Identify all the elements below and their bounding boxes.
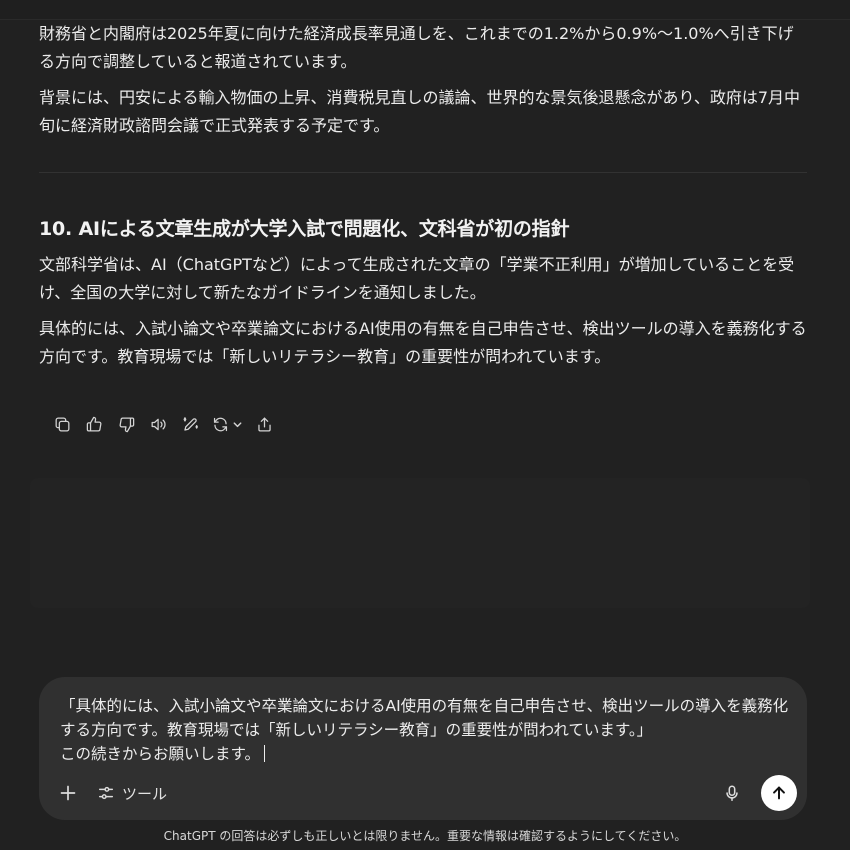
- prompt-text: 「具体的には、入試小論文や卒業論文におけるAI使用の有無を自己申告させ、検出ツー…: [60, 697, 789, 763]
- message-actions: [46, 408, 280, 440]
- dictate-button[interactable]: [717, 777, 747, 809]
- prompt-input[interactable]: 「具体的には、入試小論文や卒業論文におけるAI使用の有無を自己申告させ、検出ツー…: [60, 694, 790, 766]
- top-bar: [0, 0, 850, 20]
- thumbs-down-button[interactable]: [110, 408, 142, 440]
- text-caret: [263, 745, 265, 762]
- send-button[interactable]: [761, 775, 797, 811]
- plus-icon: [60, 785, 76, 801]
- edit-canvas-icon: [183, 416, 198, 431]
- read-aloud-button[interactable]: [142, 408, 174, 440]
- section-heading-ai-exams: 10. AIによる文章生成が大学入試で問題化、文科省が初の指針: [39, 218, 570, 240]
- copy-icon: [55, 417, 69, 431]
- arrow-up-icon: [773, 786, 785, 800]
- thumbs-up-icon: [86, 416, 101, 431]
- chevron-down-icon: [233, 421, 242, 427]
- message-composer[interactable]: 「具体的には、入試小論文や卒業論文におけるAI使用の有無を自己申告させ、検出ツー…: [39, 677, 807, 820]
- share-icon: [257, 417, 271, 431]
- paragraph-growth-forecast: 財務省と内閣府は2025年夏に向けた経済成長率見通しを、これまでの1.2%から0…: [39, 24, 794, 71]
- add-attachment-button[interactable]: [53, 777, 83, 809]
- tools-button[interactable]: ツール: [93, 777, 171, 809]
- share-button[interactable]: [248, 408, 280, 440]
- sliders-icon: [98, 786, 114, 800]
- regenerate-icon: [213, 417, 228, 431]
- microphone-icon: [726, 785, 738, 801]
- disclaimer-text: ChatGPT の回答は必ずしも正しいとは限りません。重要な情報は確認するように…: [163, 829, 687, 843]
- composer-toolbar: ツール: [53, 775, 797, 811]
- edit-canvas-button[interactable]: [174, 408, 206, 440]
- faded-background-block: [30, 478, 810, 608]
- paragraph-mext-details: 具体的には、入試小論文や卒業論文におけるAI使用の有無を自己申告させ、検出ツール…: [39, 319, 807, 366]
- thumbs-up-button[interactable]: [78, 408, 110, 440]
- thumbs-down-icon: [119, 417, 134, 432]
- assistant-message: 財務省と内閣府は2025年夏に向けた経済成長率見通しを、これまでの1.2%から0…: [39, 20, 809, 371]
- chat-page: 財務省と内閣府は2025年夏に向けた経済成長率見通しを、これまでの1.2%から0…: [0, 0, 850, 850]
- copy-button[interactable]: [46, 408, 78, 440]
- read-aloud-icon: [151, 418, 166, 430]
- paragraph-growth-background: 背景には、円安による輸入物価の上昇、消費税見直しの議論、世界的な景気後退懸念があ…: [39, 88, 801, 135]
- section-divider: [39, 172, 807, 173]
- regenerate-button[interactable]: [206, 408, 248, 440]
- tools-label: ツール: [122, 784, 168, 803]
- paragraph-mext-guideline: 文部科学省は、AI（ChatGPTなど）によって生成された文章の「学業不正利用」…: [39, 255, 795, 302]
